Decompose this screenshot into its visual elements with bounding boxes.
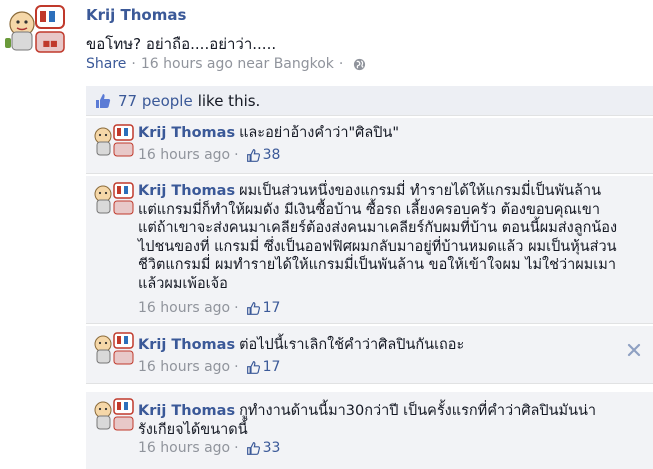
comment-timestamp[interactable]: 16 hours ago: [138, 300, 230, 316]
comment-timestamp[interactable]: 16 hours ago: [138, 359, 230, 375]
comment-author[interactable]: Krij Thomas: [138, 403, 235, 419]
comment-avatar[interactable]: [90, 122, 136, 162]
comment-like-count[interactable]: 33: [246, 440, 281, 456]
comment-timestamp[interactable]: 16 hours ago: [138, 440, 230, 456]
likes-count-link[interactable]: 77 people: [118, 92, 193, 110]
comment-like-count[interactable]: 17: [246, 300, 281, 316]
post-text: ขอโทษ? อย่าถือ....อย่าว่า.....: [86, 35, 277, 53]
comment-item: Krij Thomas และอย่าอ้างคำว่า"ศิลปิน" 16 h…: [86, 118, 653, 174]
comment-item: Krij Thomas กูทำงานด้านนี้มา30กว่าปี เป็น…: [86, 392, 653, 469]
like-count-value: 17: [262, 359, 281, 375]
like-count-value: 17: [262, 300, 281, 316]
comment-author[interactable]: Krij Thomas: [138, 337, 235, 353]
comment-body: Krij Thomas และอย่าอ้างคำว่า"ศิลปิน": [138, 124, 623, 143]
comment-text: และอย่าอ้างคำว่า"ศิลปิน": [239, 125, 400, 141]
likes-summary: 77 people like this.: [86, 86, 653, 116]
meta-separator: ·: [234, 359, 239, 375]
comment-timestamp[interactable]: 16 hours ago: [138, 147, 230, 163]
thumbs-up-icon: [246, 441, 261, 456]
comment-author[interactable]: Krij Thomas: [138, 183, 235, 199]
comment-like-count[interactable]: 38: [246, 147, 281, 163]
meta-separator: ·: [234, 440, 239, 456]
share-link[interactable]: Share: [86, 56, 126, 72]
comment-meta: 16 hours ago · 17: [138, 300, 280, 316]
post-meta: Share · 16 hours ago near Bangkok ·: [86, 56, 366, 72]
globe-icon[interactable]: [353, 58, 366, 71]
thumbs-up-icon: [246, 301, 261, 316]
comment-avatar[interactable]: [90, 396, 136, 436]
post-timestamp[interactable]: 16 hours ago near Bangkok: [141, 56, 334, 72]
comment-text: ต่อไปนี้เราเลิกใช้คำว่าศิลปินกันเถอะ: [239, 337, 465, 353]
thumbs-up-icon: [246, 360, 261, 375]
facebook-post: ■■ Krij Thomas ขอโทษ? อย่าถือ....อย่าว่า…: [0, 0, 653, 469]
like-count-value: 38: [262, 147, 281, 163]
comment-meta: 16 hours ago · 38: [138, 147, 280, 163]
post-author[interactable]: Krij Thomas: [86, 6, 186, 24]
comment-meta: 16 hours ago · 17: [138, 359, 280, 375]
comment-body: Krij Thomas ผมเป็นส่วนหนึ่งของแกรมมี่ ทำร…: [138, 182, 623, 293]
thumbs-up-icon: [246, 148, 261, 163]
comment-body: Krij Thomas ต่อไปนี้เราเลิกใช้คำว่าศิลปิน…: [138, 336, 623, 355]
meta-separator: ·: [338, 56, 344, 72]
comment-avatar[interactable]: [90, 330, 136, 370]
svg-text:■■: ■■: [42, 39, 57, 48]
comment-item: Krij Thomas ต่อไปนี้เราเลิกใช้คำว่าศิลปิน…: [86, 326, 653, 384]
meta-separator: ·: [234, 300, 239, 316]
meta-separator: ·: [234, 147, 239, 163]
comment-item: Krij Thomas ผมเป็นส่วนหนึ่งของแกรมมี่ ทำร…: [86, 176, 653, 324]
author-avatar[interactable]: ■■: [0, 2, 74, 62]
thumbs-up-icon: [94, 92, 112, 110]
comment-author[interactable]: Krij Thomas: [138, 125, 235, 141]
comment-avatar[interactable]: [90, 180, 136, 220]
comment-like-count[interactable]: 17: [246, 359, 281, 375]
comment-meta: 16 hours ago · 33: [138, 440, 280, 456]
likes-suffix: like this.: [197, 91, 261, 110]
comment-body: Krij Thomas กูทำงานด้านนี้มา30กว่าปี เป็น…: [138, 402, 623, 439]
comment-text: ผมเป็นส่วนหนึ่งของแกรมมี่ ทำรายได้ให้แกร…: [138, 183, 618, 292]
meta-separator: ·: [131, 56, 136, 72]
like-count-value: 33: [262, 440, 281, 456]
close-icon[interactable]: [627, 342, 641, 357]
